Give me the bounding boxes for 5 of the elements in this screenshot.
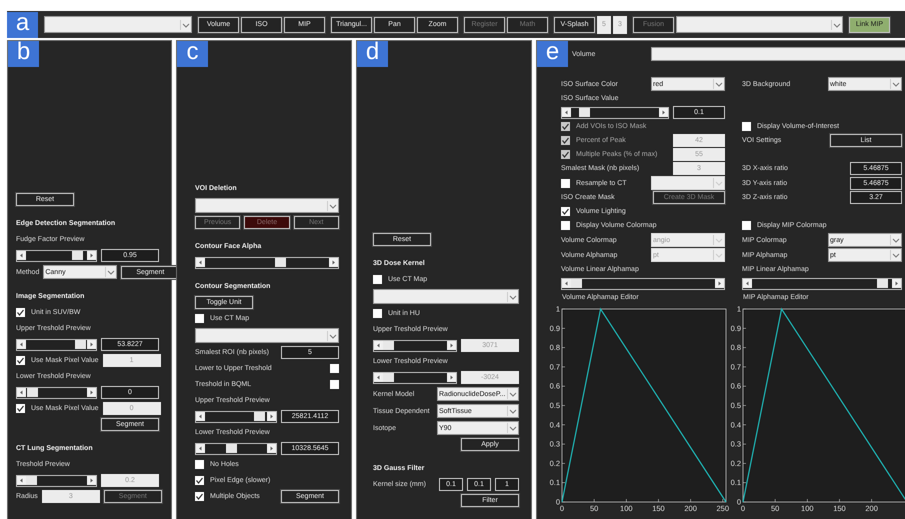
panel-letter: e bbox=[537, 41, 568, 67]
panel-letter: a bbox=[7, 12, 38, 38]
panel-letter: b bbox=[8, 41, 39, 67]
panel-letter: c bbox=[177, 41, 208, 67]
panel-letter: d bbox=[357, 41, 388, 67]
